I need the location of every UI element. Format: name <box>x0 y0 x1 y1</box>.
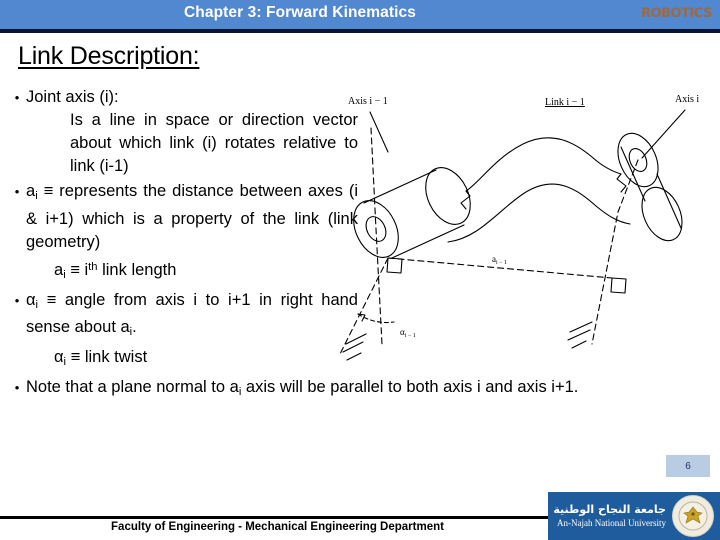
header-divider <box>0 29 720 33</box>
definition-text: ≡ i <box>65 260 89 279</box>
list-item-text: ≡ represents the distance between axes (… <box>26 182 358 251</box>
figure-label-axis-right: Axis i <box>675 94 699 105</box>
link-parameters-diagram: Axis i − 1 Link i − 1 Axis i ai − 1 αi −… <box>330 82 720 372</box>
list-item-detail: Is a line in space or direction vector a… <box>70 111 358 175</box>
bullet-marker: • <box>14 292 20 308</box>
variable-a: a <box>26 182 36 200</box>
list-item-text: ≡ angle from axis i to i+1 in right hand… <box>26 290 358 337</box>
list-item: • αi ≡ angle from axis i to i+1 in right… <box>8 289 358 345</box>
list-item: • Note that a plane normal to ai axis wi… <box>8 376 608 404</box>
bullet-marker: • <box>14 380 20 396</box>
figure-label-axis-left: Axis i − 1 <box>348 96 388 107</box>
figure-label-link: Link i − 1 <box>545 97 585 108</box>
variable-a: a <box>54 260 64 279</box>
slide-title: Link Description: <box>18 42 200 70</box>
eagle-emblem-icon <box>672 495 714 537</box>
definition-tail: link length <box>97 260 177 279</box>
list-item: • Joint axis (i): <box>8 86 358 109</box>
variable-alpha: α <box>26 290 36 309</box>
list-item-tail: . <box>132 318 137 337</box>
bullet-marker: • <box>14 184 20 199</box>
page-title: Chapter 3: Forward Kinematics <box>183 4 416 21</box>
note-text-rest: axis will be parallel to both axis i and… <box>241 378 579 397</box>
footer-text: Faculty of Engineering - Mechanical Engi… <box>111 521 444 533</box>
bullet-marker: • <box>14 90 20 105</box>
university-name-arabic: جامعة النجاح الوطنية <box>553 503 666 516</box>
figure-label-distance-a: ai − 1 <box>492 254 507 266</box>
ordinal-suffix: th <box>88 260 98 273</box>
figure-label-angle-alpha: αi − 1 <box>400 327 416 339</box>
list-item: • ai ≡ represents the distance between a… <box>8 180 358 254</box>
list-item-label: ai ≡ represents the distance between axe… <box>26 180 358 254</box>
note-text: Note that a plane normal to a <box>26 378 239 397</box>
slide-body: • Joint axis (i): Is a line in space or … <box>8 86 579 404</box>
university-name-english: An-Najah National University <box>557 518 666 528</box>
list-item-label: αi ≡ angle from axis i to i+1 in right h… <box>26 289 358 345</box>
page-number: 6 <box>666 455 710 477</box>
university-logo: جامعة النجاح الوطنية An-Najah National U… <box>548 492 720 540</box>
university-names: جامعة النجاح الوطنية An-Najah National U… <box>548 503 672 529</box>
list-item-label: Joint axis (i): <box>26 88 119 106</box>
list-item-label: Note that a plane normal to ai axis will… <box>26 376 608 404</box>
variable-alpha: α <box>54 348 64 367</box>
definition-link-length: ai ≡ ith link length <box>54 256 358 287</box>
definition-text: ≡ link twist <box>66 348 148 367</box>
robotics-logo: ROBOTICS <box>640 6 713 21</box>
definition-link-twist: αi ≡ link twist <box>54 346 358 374</box>
